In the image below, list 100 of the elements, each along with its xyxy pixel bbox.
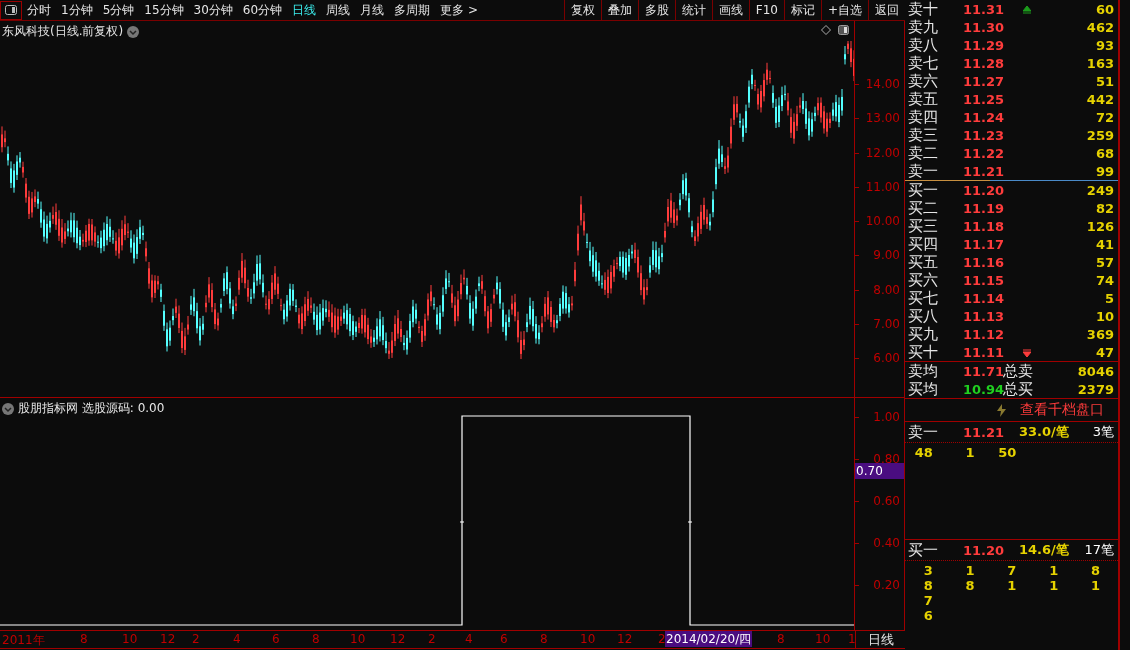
period-tab[interactable]: 5分钟: [97, 1, 140, 19]
period-tab[interactable]: 周线: [321, 1, 356, 19]
price-value: 11.12: [963, 327, 1006, 342]
date-label: 8: [777, 632, 785, 646]
date-label: 8: [312, 632, 320, 646]
level-label: 买一: [908, 181, 939, 200]
toolbar-button[interactable]: 画线: [711, 0, 749, 20]
price-value: 11.22: [963, 146, 1006, 161]
period-tab[interactable]: 多周期: [389, 1, 436, 19]
volume-value: 47: [1094, 345, 1114, 360]
axis-label: 0.60: [873, 494, 900, 508]
axis-label: 11.00: [865, 179, 900, 194]
toolbar-button[interactable]: 复权: [563, 0, 601, 20]
price-value: 11.21: [963, 424, 1006, 440]
toolbar-button[interactable]: +自选: [820, 0, 868, 20]
volume-value: 442: [1085, 92, 1114, 107]
period-tab[interactable]: 30分钟: [188, 1, 238, 19]
volume-value: 72: [1094, 110, 1114, 125]
queue-value: 6: [922, 608, 934, 623]
total-label: 总买: [1003, 380, 1034, 399]
date-label: 1: [848, 632, 856, 646]
toolbar-button[interactable]: 统计: [674, 0, 712, 20]
date-label: 10: [815, 632, 831, 646]
axis-label: 13.00: [865, 111, 900, 126]
axis-label: 0.40: [873, 536, 900, 550]
toolbar-button[interactable]: 返回: [868, 0, 905, 20]
level-label: 卖二: [908, 144, 939, 163]
price-value: 11.31: [963, 2, 1006, 17]
period-label: 日线: [855, 631, 905, 648]
queue-value: 8: [1089, 563, 1101, 578]
depth-link[interactable]: 查看千档盘口: [1020, 401, 1104, 419]
queue-value: 48: [913, 445, 934, 460]
axis-label: 7.00: [873, 316, 900, 331]
period-tab[interactable]: 日线: [287, 1, 322, 19]
queue-value: 1: [964, 563, 976, 578]
toolbar-button[interactable]: 多股: [637, 0, 675, 20]
period-tab[interactable]: 15分钟: [139, 1, 189, 19]
volume-value: 369: [1085, 327, 1114, 342]
volume-value: 10: [1094, 309, 1114, 324]
volume-value: 126: [1085, 219, 1114, 234]
order-count: 3笔: [1091, 423, 1114, 441]
level-label: 买八: [908, 307, 939, 326]
queue-value: 1: [1048, 563, 1060, 578]
price-value: 11.27: [963, 74, 1006, 89]
lightning-icon: [997, 403, 1006, 417]
panel-toggle-icon[interactable]: [838, 25, 849, 35]
period-tab[interactable]: 1分钟: [56, 1, 98, 19]
period-tab[interactable]: 60分钟: [237, 1, 288, 19]
level-label: 买一: [908, 540, 939, 560]
diamond-icon[interactable]: [821, 25, 831, 35]
level-label: 卖三: [908, 126, 939, 145]
period-tab[interactable]: 更多 >: [435, 1, 483, 19]
axis-label: 8.00: [873, 282, 900, 297]
date-label: 6: [500, 632, 508, 646]
level-label: 卖九: [908, 18, 939, 37]
toolbar-button[interactable]: 叠加: [600, 0, 638, 20]
current-value-label: 0.70: [855, 463, 904, 479]
toolbar-button[interactable]: F10: [748, 0, 784, 20]
price-value: 11.19: [963, 201, 1006, 216]
per-order-value: 33.0/笔: [1019, 423, 1070, 441]
date-label: 2: [428, 632, 436, 646]
date-label: 10: [580, 632, 596, 646]
price-value: 11.30: [963, 20, 1006, 35]
price-value: 11.18: [963, 219, 1006, 234]
axis-label: 0.80: [873, 452, 900, 466]
order-count: 17笔: [1083, 541, 1114, 559]
volume-value: 2379: [1076, 382, 1114, 397]
queue-value: 1: [1006, 578, 1018, 593]
volume-value: 60: [1094, 2, 1114, 17]
queue-value: 8: [922, 578, 934, 593]
date-label: 6: [272, 632, 280, 646]
indicator-title: 股朋指标网 选股源码: 0.00: [18, 400, 165, 417]
price-value: 11.14: [963, 291, 1006, 306]
date-label: 2: [192, 632, 200, 646]
volume-value: 259: [1085, 128, 1114, 143]
toolbar-button[interactable]: 标记: [783, 0, 821, 20]
period-tab[interactable]: 分时: [22, 1, 56, 19]
level-label: 买九: [908, 325, 939, 344]
level-label: 卖六: [908, 72, 939, 91]
date-label: 4: [465, 632, 473, 646]
level-label: 卖四: [908, 108, 939, 127]
cursor-date-label: 2014/02/20/四: [665, 631, 753, 647]
level-label: 卖五: [908, 90, 939, 109]
queue-value: 1: [1048, 578, 1060, 593]
layout-toggle-button[interactable]: [0, 0, 22, 20]
queue-value: 3: [922, 563, 934, 578]
date-label: 12: [390, 632, 406, 646]
axis-label: 9.00: [873, 248, 900, 263]
volume-value: 99: [1094, 164, 1114, 179]
level-label: 卖均: [908, 362, 939, 381]
period-tab[interactable]: 月线: [355, 1, 390, 19]
volume-value: 163: [1085, 56, 1114, 71]
dropdown-icon[interactable]: [127, 25, 140, 38]
date-label: 10: [350, 632, 366, 646]
dropdown-icon[interactable]: [2, 402, 14, 415]
volume-value: 82: [1094, 201, 1114, 216]
date-label: 10: [122, 632, 138, 646]
volume-value: 462: [1085, 20, 1114, 35]
volume-value: 74: [1094, 273, 1114, 288]
level-label: 卖一: [908, 162, 939, 181]
